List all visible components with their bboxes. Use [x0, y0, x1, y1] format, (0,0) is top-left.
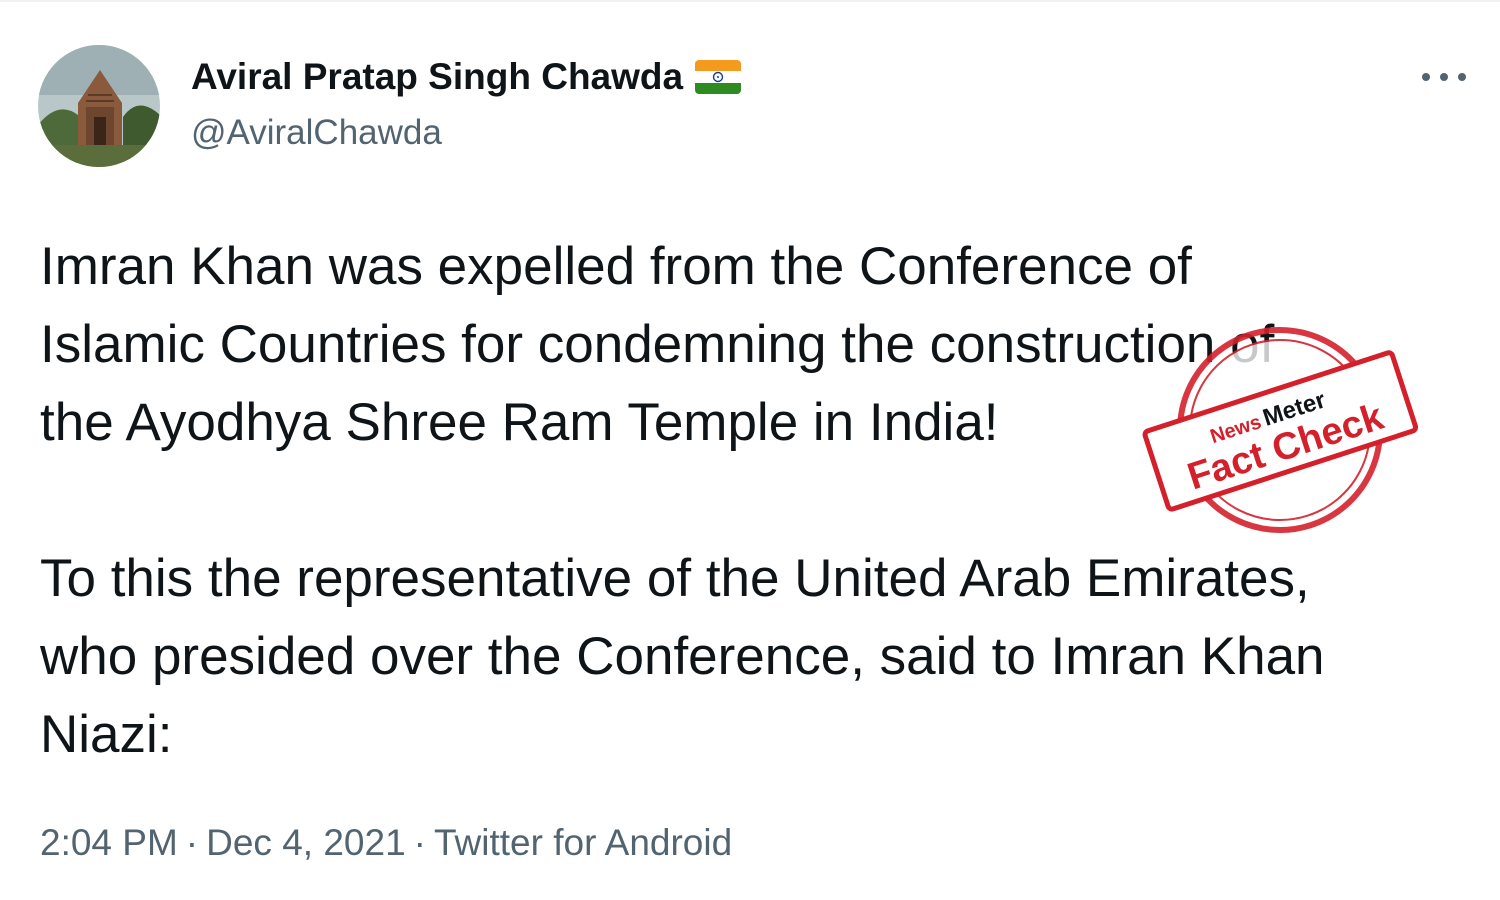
tweet-paragraph: To this the representative of the United… — [40, 549, 1325, 764]
fact-check-stamp: News Meter Fact Check — [1140, 320, 1420, 540]
author-handle[interactable]: @AviralChawda — [191, 113, 442, 153]
top-divider — [0, 0, 1500, 2]
more-dot — [1440, 73, 1448, 81]
tweet-date[interactable]: Dec 4, 2021 — [206, 822, 406, 863]
avatar[interactable] — [38, 45, 160, 167]
more-dot — [1458, 73, 1466, 81]
tweet-source[interactable]: Twitter for Android — [434, 822, 732, 863]
avatar-image — [38, 45, 160, 167]
tweet-time[interactable]: 2:04 PM — [40, 822, 178, 863]
author-name-text[interactable]: Aviral Pratap Singh Chawda — [191, 56, 683, 98]
more-horizontal-icon[interactable] — [1422, 62, 1466, 92]
meta-separator: · — [413, 822, 426, 863]
india-flag-icon — [695, 60, 742, 94]
meta-separator: · — [185, 822, 199, 863]
author-display-name[interactable]: Aviral Pratap Singh Chawda — [191, 56, 742, 98]
tweet-metadata: 2:04 PM · Dec 4, 2021 · Twitter for Android — [40, 822, 732, 864]
more-dot — [1422, 73, 1430, 81]
